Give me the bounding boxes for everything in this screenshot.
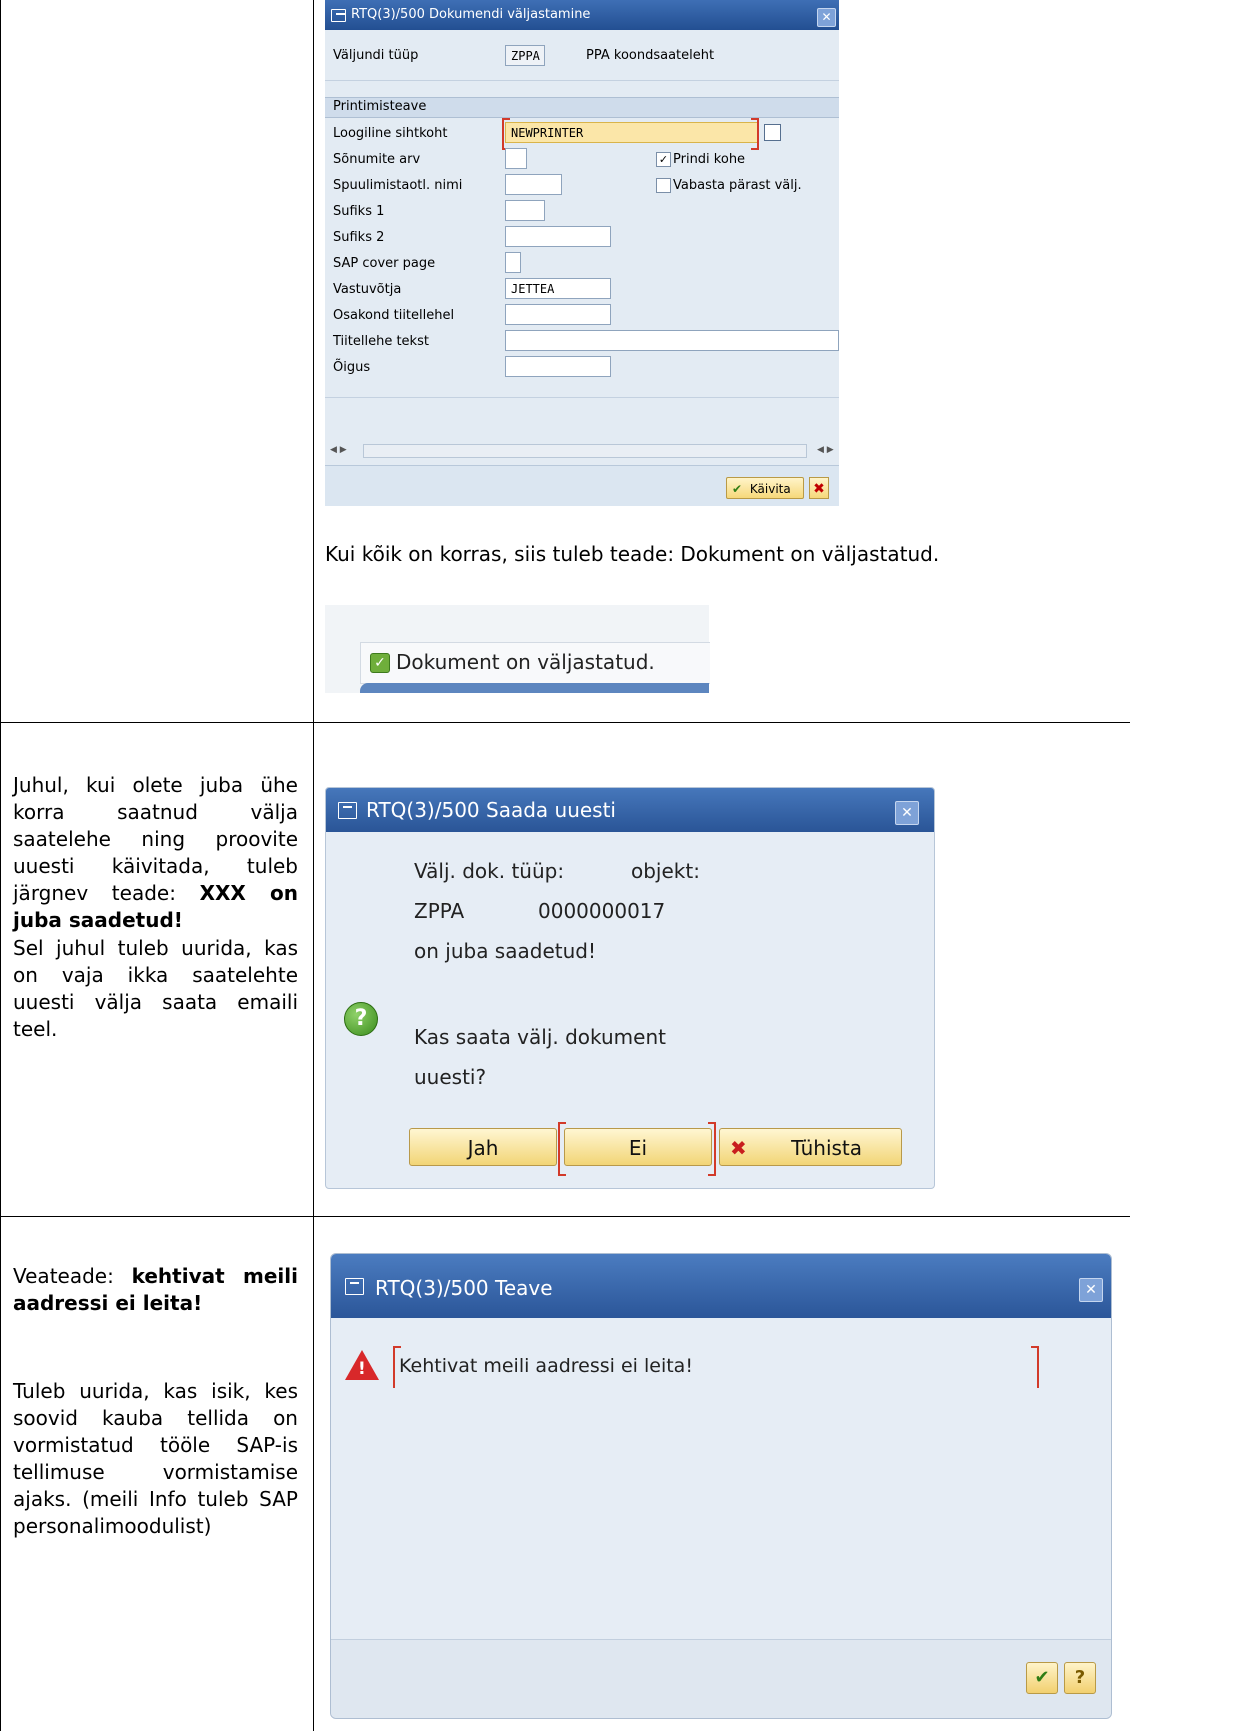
scroll-right-icon[interactable]: ◀ ▶	[817, 445, 834, 455]
logical-dest-input[interactable]: NEWPRINTER	[505, 122, 759, 143]
cover-text-input[interactable]	[505, 330, 839, 351]
authorization-input[interactable]	[505, 356, 611, 377]
row3-prefix: Veateade:	[13, 1264, 114, 1288]
status-bar-edge	[360, 683, 709, 693]
success-paragraph: Kui kõik on korras, siis tuleb teade: Do…	[325, 542, 940, 566]
success-icon: ✓	[370, 653, 390, 673]
cancel-icon: ✖	[730, 1136, 747, 1160]
info-dialog-titlebar: RTQ(3)/500 Teave ✕	[331, 1254, 1111, 1318]
department-input[interactable]	[505, 304, 611, 325]
question-icon: ?	[344, 1002, 378, 1036]
spool-name-input[interactable]	[505, 174, 562, 195]
suffix2-input[interactable]	[505, 226, 611, 247]
run-button[interactable]: ✔ Käivita	[726, 477, 804, 499]
divider	[325, 80, 839, 81]
print-now-label: Prindi kohe	[673, 152, 746, 167]
yes-button[interactable]: Jah	[409, 1128, 557, 1166]
focus-bracket-right	[1031, 1346, 1039, 1388]
spool-name-label: Spuulimistaotl. nimi	[333, 178, 463, 193]
info-dialog-footer: ✔ ?	[331, 1639, 1111, 1718]
window-icon	[345, 1278, 364, 1295]
confirm-button[interactable]: ✔	[1026, 1662, 1058, 1694]
doc-type-value: ZPPA	[414, 899, 465, 923]
print-dialog-title: RTQ(3)/500 Dokumendi väljastamine	[351, 7, 591, 22]
resend-dialog-title: RTQ(3)/500 Saada uuesti	[366, 798, 616, 822]
info-dialog: RTQ(3)/500 Teave ✕ ! Kehtivat meili aadr…	[330, 1253, 1112, 1719]
output-type-description: PPA koondsaateleht	[586, 48, 715, 63]
input-focus-bracket	[502, 118, 510, 150]
table-column-divider	[313, 0, 314, 1731]
row3-heading: Veateade: kehtivat meili aadressi ei lei…	[13, 1263, 298, 1317]
row2-text: Juhul, kui olete juba ühe korra saatnud …	[13, 772, 298, 934]
question-line-2: uuesti?	[414, 1065, 487, 1089]
section-title: Printimisteave	[333, 99, 427, 114]
print-now-checkbox[interactable]: ✓	[656, 152, 671, 167]
status-bar-snippet: ✓ Dokument on väljastatud.	[325, 605, 710, 693]
no-button[interactable]: Ei	[564, 1128, 712, 1166]
print-dialog-titlebar: RTQ(3)/500 Dokumendi väljastamine ✕	[325, 0, 839, 30]
num-messages-label: Sõnumite arv	[333, 152, 421, 167]
suffix1-label: Sufiks 1	[333, 204, 385, 219]
logical-dest-label: Loogiline sihtkoht	[333, 126, 448, 141]
cancel-button-label: Tühista	[791, 1136, 863, 1160]
info-message: Kehtivat meili aadressi ei leita!	[399, 1355, 693, 1377]
object-value: 0000000017	[538, 899, 666, 923]
cancel-button[interactable]: ✖ Tühista	[719, 1128, 902, 1166]
recipient-label: Vastuvõtja	[333, 282, 402, 297]
cover-page-input[interactable]	[505, 252, 521, 273]
row2-followup: Sel juhul tuleb uurida, kas on vaja ikka…	[13, 936, 298, 1041]
doc-type-label: Välj. dok. tüüp:	[414, 859, 565, 883]
cancel-x-button[interactable]: ✖	[809, 477, 829, 499]
divider	[325, 397, 839, 398]
release-after-label: Vabasta pärast välj.	[673, 178, 802, 193]
input-focus-bracket	[751, 118, 759, 150]
cover-text-label: Tiitellehe tekst	[333, 334, 429, 349]
question-line-1: Kas saata välj. dokument	[414, 1025, 666, 1049]
table-row-divider-2	[0, 1216, 1130, 1217]
resend-dialog-titlebar: RTQ(3)/500 Saada uuesti ✕	[326, 788, 934, 832]
scroll-left-icon[interactable]: ◀ ▶	[330, 445, 347, 455]
num-messages-input[interactable]	[505, 148, 527, 169]
close-icon[interactable]: ✕	[1079, 1278, 1103, 1302]
print-info-section-header: Printimisteave	[325, 97, 839, 118]
status-message-text: Dokument on väljastatud.	[396, 650, 655, 674]
row3-followup: Tuleb uurida, kas isik, kes soovid kauba…	[13, 1379, 298, 1538]
suffix2-label: Sufiks 2	[333, 230, 385, 245]
info-dialog-title: RTQ(3)/500 Teave	[375, 1276, 553, 1300]
focus-bracket-right	[708, 1122, 716, 1176]
authorization-label: Õigus	[333, 360, 371, 375]
window-icon	[338, 802, 357, 819]
status-message: ✓ Dokument on väljastatud.	[360, 642, 710, 684]
copy-value-icon[interactable]	[764, 124, 781, 141]
cover-page-label: SAP cover page	[333, 256, 436, 271]
print-dialog-footer: ✔ Käivita ✖	[325, 465, 839, 506]
horizontal-scrollbar[interactable]	[363, 444, 807, 458]
suffix1-input[interactable]	[505, 200, 545, 221]
already-sent-text: on juba saadetud!	[414, 939, 596, 963]
release-after-checkbox[interactable]	[656, 178, 671, 193]
run-button-label: Käivita	[749, 482, 791, 496]
table-row-divider-1	[0, 722, 1130, 723]
focus-bracket-left	[558, 1122, 566, 1176]
object-label: objekt:	[631, 859, 700, 883]
table-border-left	[0, 0, 1, 1731]
output-type-field[interactable]: ZPPA	[505, 45, 545, 66]
department-label: Osakond tiitellehel	[333, 308, 455, 323]
print-dialog: RTQ(3)/500 Dokumendi väljastamine ✕ Välj…	[325, 0, 839, 506]
close-icon[interactable]: ✕	[895, 801, 919, 825]
window-icon	[331, 9, 346, 22]
recipient-input[interactable]: JETTEA	[505, 278, 611, 299]
help-button[interactable]: ?	[1064, 1662, 1096, 1694]
output-type-label: Väljundi tüüp	[333, 48, 419, 63]
close-icon[interactable]: ✕	[817, 8, 836, 27]
check-icon: ✔	[732, 482, 743, 496]
warning-icon: !	[345, 1350, 379, 1380]
resend-dialog: RTQ(3)/500 Saada uuesti ✕ Välj. dok. tüü…	[325, 787, 935, 1189]
